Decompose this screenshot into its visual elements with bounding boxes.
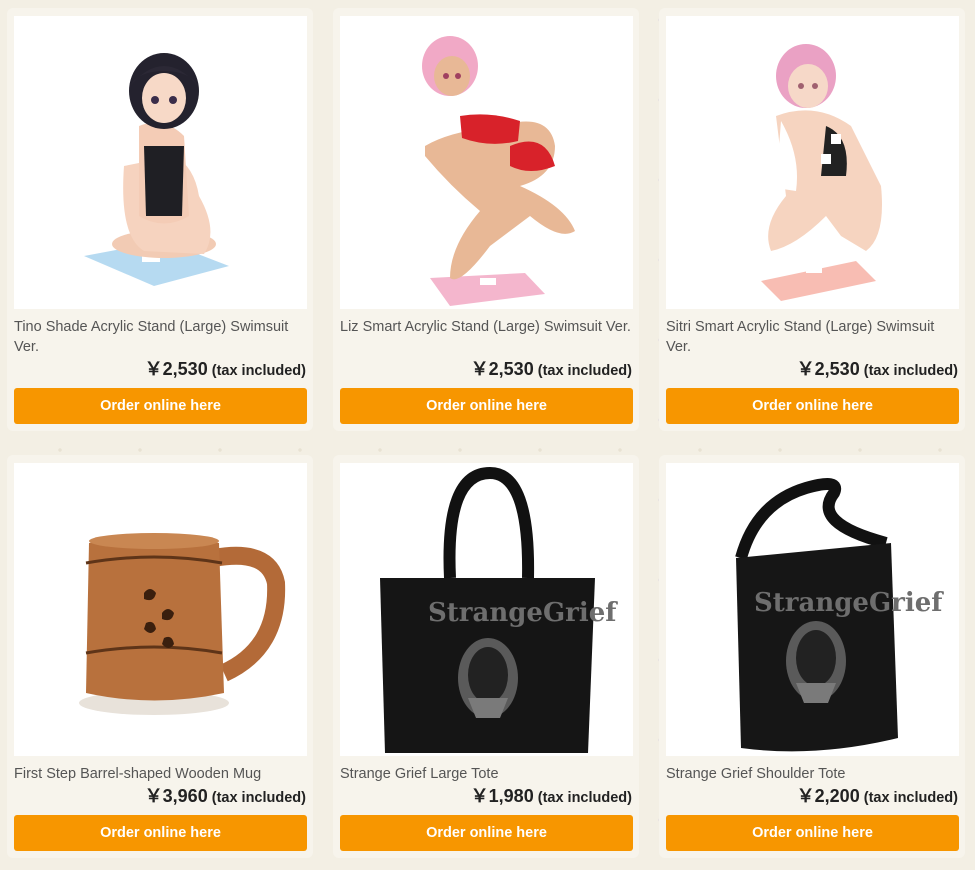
product-name[interactable]: Strange Grief Large Tote xyxy=(340,764,632,784)
product-image-mug[interactable] xyxy=(14,463,307,756)
product-name[interactable]: Sitri Smart Acrylic Stand (Large) Swimsu… xyxy=(666,317,958,357)
product-card: StrangeGrief Strange Grief Large Tote ￥1… xyxy=(333,455,639,858)
product-image-liz[interactable] xyxy=(340,16,633,309)
product-name[interactable]: Strange Grief Shoulder Tote xyxy=(666,764,958,784)
product-price: ￥2,530 (tax included) xyxy=(666,358,958,382)
tax-note: (tax included) xyxy=(537,363,632,379)
product-name[interactable]: First Step Barrel-shaped Wooden Mug xyxy=(14,764,306,784)
price-amount: ￥2,530 xyxy=(144,359,208,379)
tax-note: (tax included) xyxy=(211,790,306,806)
order-online-button[interactable]: Order online here xyxy=(666,815,959,851)
order-online-button[interactable]: Order online here xyxy=(340,815,633,851)
price-amount: ￥3,960 xyxy=(144,786,208,806)
order-online-button[interactable]: Order online here xyxy=(14,815,307,851)
product-card: First Step Barrel-shaped Wooden Mug ￥3,9… xyxy=(7,455,313,858)
price-amount: ￥2,200 xyxy=(796,786,860,806)
product-price: ￥1,980 (tax included) xyxy=(340,785,632,809)
product-price: ￥2,530 (tax included) xyxy=(14,358,306,382)
product-name[interactable]: Liz Smart Acrylic Stand (Large) Swimsuit… xyxy=(340,317,632,357)
product-price: ￥2,530 (tax included) xyxy=(340,358,632,382)
product-name[interactable]: Tino Shade Acrylic Stand (Large) Swimsui… xyxy=(14,317,306,357)
tax-note: (tax included) xyxy=(863,363,958,379)
product-image-shoulder-tote[interactable]: StrangeGrief xyxy=(666,463,959,756)
price-amount: ￥2,530 xyxy=(470,359,534,379)
price-amount: ￥2,530 xyxy=(796,359,860,379)
product-card: StrangeGrief Strange Grief Shoulder Tote… xyxy=(659,455,965,858)
tax-note: (tax included) xyxy=(211,363,306,379)
product-card: Tino Shade Acrylic Stand (Large) Swimsui… xyxy=(7,8,313,431)
product-image-tino[interactable] xyxy=(14,16,307,309)
order-online-button[interactable]: Order online here xyxy=(666,388,959,424)
tax-note: (tax included) xyxy=(863,790,958,806)
tote-print-title: StrangeGrief xyxy=(754,588,944,618)
product-price: ￥3,960 (tax included) xyxy=(14,785,306,809)
tax-note: (tax included) xyxy=(537,790,632,806)
product-price: ￥2,200 (tax included) xyxy=(666,785,958,809)
order-online-button[interactable]: Order online here xyxy=(340,388,633,424)
product-card: Liz Smart Acrylic Stand (Large) Swimsuit… xyxy=(333,8,639,431)
product-image-sitri[interactable] xyxy=(666,16,959,309)
product-image-large-tote[interactable]: StrangeGrief xyxy=(340,463,633,756)
product-card: Sitri Smart Acrylic Stand (Large) Swimsu… xyxy=(659,8,965,431)
tote-print-title: StrangeGrief xyxy=(428,598,618,628)
order-online-button[interactable]: Order online here xyxy=(14,388,307,424)
price-amount: ￥1,980 xyxy=(470,786,534,806)
product-grid: Tino Shade Acrylic Stand (Large) Swimsui… xyxy=(0,0,975,870)
